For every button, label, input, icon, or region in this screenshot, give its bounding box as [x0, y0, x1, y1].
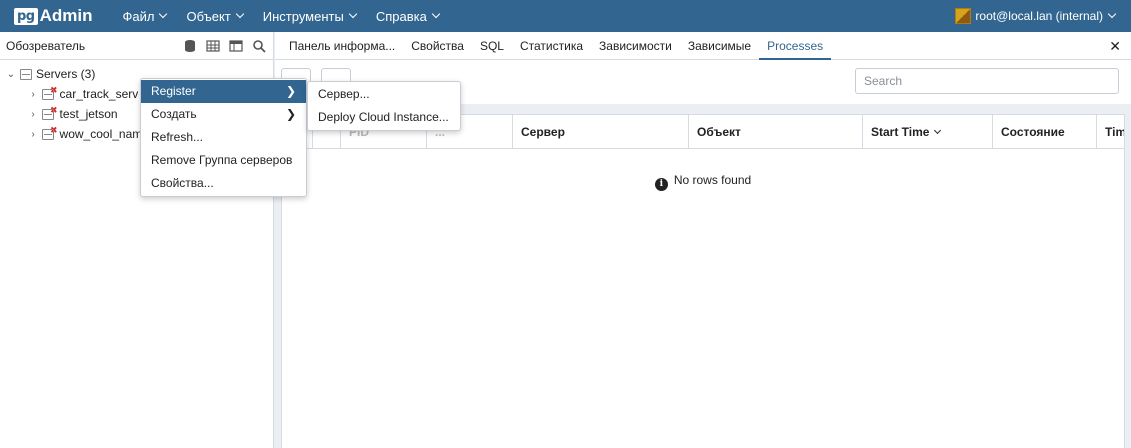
search-icon[interactable]	[249, 36, 269, 56]
tab-sql[interactable]: SQL	[472, 32, 512, 60]
menu-item-remove-group[interactable]: Remove Группа серверов	[141, 149, 306, 172]
view-data-icon[interactable]	[203, 36, 223, 56]
tree-item-server-label: test_jetson	[59, 107, 118, 121]
menu-tools[interactable]: Инструменты	[253, 9, 366, 24]
tab-dependencies[interactable]: Зависимости	[591, 32, 680, 60]
column-header-server[interactable]: Сервер	[512, 115, 688, 149]
user-menu[interactable]: root@local.lan (internal)	[955, 0, 1117, 32]
chevron-right-icon[interactable]: ›	[26, 89, 40, 100]
tree-item-servers-label: Servers (3)	[36, 67, 96, 81]
menu-tools-label: Инструменты	[262, 8, 344, 24]
pgadmin-logo[interactable]: pg Admin	[14, 6, 93, 26]
menu-help-label: Справка	[375, 8, 427, 24]
chevron-down-icon	[159, 9, 168, 19]
chevron-down-icon[interactable]: ⌄	[4, 69, 18, 80]
main-menu: Файл Объект Инструменты Справка	[113, 9, 449, 24]
menu-item-server[interactable]: Сервер...	[308, 83, 460, 106]
chevron-down-icon	[934, 127, 942, 135]
menu-item-properties[interactable]: Свойства...	[141, 172, 306, 195]
chevron-right-icon: ❯	[285, 84, 296, 98]
tree-item-server-label: car_track_serv	[59, 87, 139, 101]
browser-title: Обозреватель	[6, 38, 86, 53]
chevron-right-icon[interactable]: ›	[26, 129, 40, 140]
menu-item-register[interactable]: Register ❯	[141, 80, 306, 103]
tab-dependents[interactable]: Зависимые	[680, 32, 759, 60]
menu-file-label: Файл	[122, 8, 155, 24]
column-header-start-time[interactable]: Start Time	[862, 115, 992, 149]
user-label: root@local.lan (internal)	[975, 9, 1103, 23]
menu-item-register-label: Register	[151, 84, 196, 98]
column-header-start-time-label: Start Time	[871, 125, 930, 139]
empty-state-message: No rows found	[673, 173, 752, 187]
menu-item-deploy-cloud[interactable]: Deploy Cloud Instance...	[308, 106, 460, 129]
menu-item-refresh[interactable]: Refresh...	[141, 126, 306, 149]
query-tool-icon[interactable]	[180, 36, 200, 56]
browser-toolbar	[177, 36, 269, 56]
tab-processes[interactable]: Processes	[759, 32, 832, 60]
menu-item-create[interactable]: Создать ❯	[141, 103, 306, 126]
info-icon: i	[654, 178, 668, 191]
menu-item-create-label: Создать	[151, 107, 197, 121]
processes-table: PID ... Сервер Объект Start Time Состоян…	[281, 114, 1125, 448]
filter-rows-icon[interactable]	[226, 36, 246, 56]
menu-file[interactable]: Файл	[113, 9, 177, 24]
column-header-state[interactable]: Состояние	[992, 115, 1096, 149]
search-input[interactable]	[855, 68, 1119, 94]
server-icon	[42, 108, 54, 120]
chevron-down-icon	[431, 9, 441, 19]
context-menu: Register ❯ Создать ❯ Refresh... Remove Гру…	[140, 78, 307, 197]
browser-header: Обозреватель	[0, 32, 273, 60]
chevron-right-icon: ❯	[285, 107, 296, 121]
tab-dashboard[interactable]: Панель информа...	[281, 32, 403, 60]
chevron-down-icon	[348, 9, 358, 19]
register-submenu: Сервер... Deploy Cloud Instance...	[307, 81, 461, 131]
menu-object-label: Объект	[186, 8, 231, 24]
menu-help[interactable]: Справка	[366, 9, 449, 24]
menu-object[interactable]: Объект	[176, 9, 252, 24]
empty-state: i No rows found	[282, 173, 1124, 191]
tab-statistics[interactable]: Статистика	[512, 32, 591, 60]
top-navbar: pg Admin Файл Объект Инструменты Справка…	[0, 0, 1131, 32]
chevron-right-icon[interactable]: ›	[26, 109, 40, 120]
tab-bar: Панель информа... Свойства SQL Статистик…	[275, 32, 1131, 60]
chevron-down-icon	[1107, 9, 1117, 19]
user-avatar-icon	[955, 8, 972, 24]
column-header-time[interactable]: Tim	[1096, 115, 1124, 149]
logo-pg: pg	[14, 7, 38, 25]
tree-item-server-label: wow_cool_nam	[59, 127, 143, 141]
server-icon	[42, 88, 54, 100]
logo-admin: Admin	[39, 6, 93, 25]
close-icon[interactable]: ✕	[1109, 38, 1121, 55]
column-header-object[interactable]: Объект	[688, 115, 862, 149]
server-icon	[42, 128, 54, 140]
tab-properties[interactable]: Свойства	[403, 32, 472, 60]
chevron-down-icon	[235, 9, 245, 19]
server-group-icon	[20, 68, 32, 80]
